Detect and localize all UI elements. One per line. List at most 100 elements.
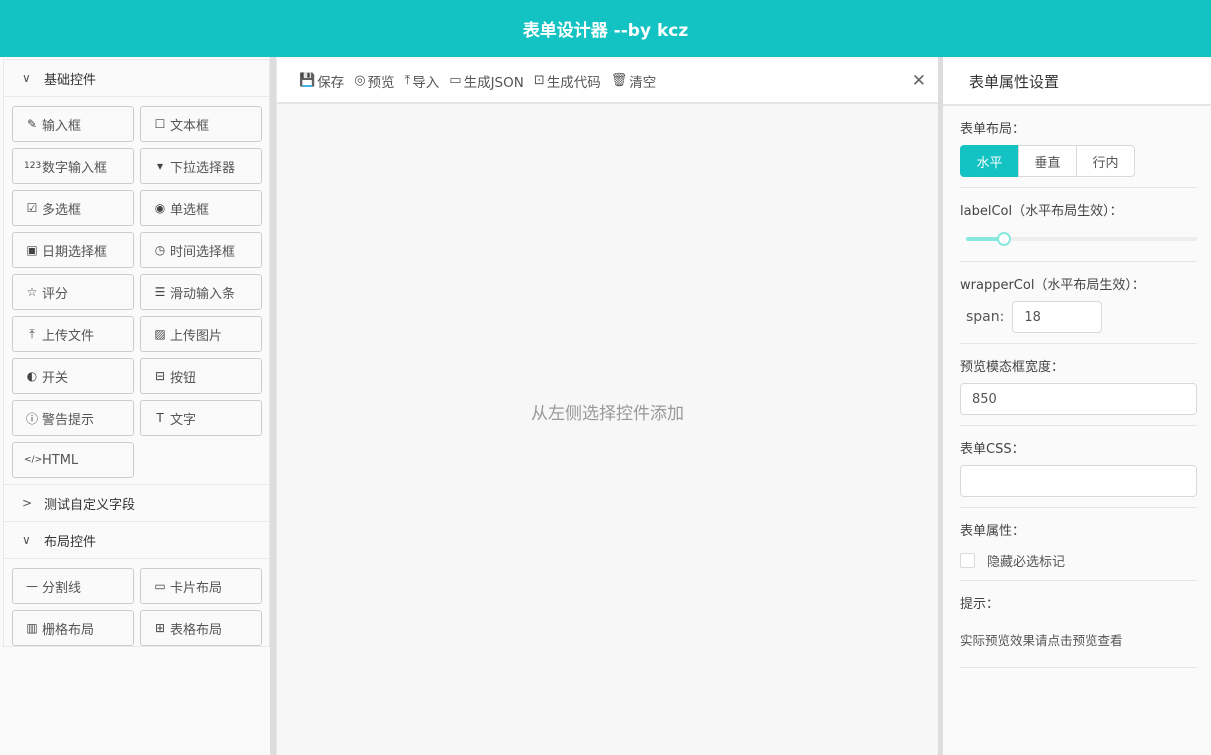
layout-controls-grid: — 分割线 ▭ 卡片布局 ▥ 栅格布局 ⊞ 表格布局 [4,559,269,652]
control-item[interactable]: ▾ 下拉选择器 [140,148,262,184]
toolbar-button[interactable]: ◎ 预览 [354,71,394,91]
control-item[interactable]: ⤒ 上传文件 [12,316,134,352]
span-input[interactable]: 18 [1012,301,1103,333]
control-icon: ☰ [154,285,166,299]
control-item[interactable]: ▭ 卡片布局 [140,568,262,604]
span-label: span: [966,309,1005,325]
control-icon: ▨ [154,327,166,341]
control-label: 下拉选择器 [170,160,236,176]
panel-title: 表单属性设置 [943,59,1211,106]
form-css-label: 表单CSS： [960,442,1025,457]
labelcol-label: labelCol（水平布局生效）： [960,204,1123,219]
preview-width-input[interactable]: 850 [960,383,1197,415]
empty-placeholder: 从左侧选择控件添加 [531,404,684,424]
control-icon: ◉ [154,201,166,215]
control-icon: ⤒ [29,326,35,341]
toolbar-icon: ⤒ [404,73,411,88]
hide-required-checkbox[interactable] [960,553,975,568]
control-label: 开关 [42,370,69,386]
control-label: 评分 [42,286,69,302]
control-icon: ▾ [156,159,164,173]
control-item[interactable]: 123 数字输入框 [12,148,134,184]
control-item[interactable]: ⓘ 警告提示 [12,400,134,436]
toolbar-label: 生成JSON [463,74,524,91]
control-icon: 123 [24,161,42,171]
control-label: 文字 [170,412,197,428]
control-icon: ◐ [26,369,38,383]
toolbar-icon: ▭ [449,73,462,88]
control-item[interactable]: ☐ 文本框 [140,106,262,142]
control-label: 多选框 [42,202,82,218]
control-label: 时间选择框 [170,244,236,260]
control-icon: — [26,579,38,593]
control-label: 日期选择框 [42,244,108,260]
close-icon[interactable]: ✕ [912,71,926,91]
control-item[interactable]: ▣ 日期选择框 [12,232,134,268]
form-attr-label: 表单属性： [960,524,1026,539]
section-custom-header[interactable]: > 测试自定义字段 [4,485,269,522]
control-label: 数字输入框 [42,160,108,176]
section-title: 布局控件 [44,534,97,550]
section-layout-header[interactable]: ∨ 布局控件 [4,522,269,559]
control-item[interactable]: ⊞ 表格布局 [140,610,262,646]
control-item[interactable]: T 文字 [140,400,262,436]
section-title: 基础控件 [44,72,97,88]
control-item[interactable]: ▨ 上传图片 [140,316,262,352]
toolbar: 💾 保存 ◎ 预览 ⤒ 导入 ▭ 生成JSON ⊡ 生成代码 🗑 清空 [277,59,938,104]
control-label: 栅格布局 [42,622,95,638]
toolbar-button[interactable]: ▭ 生成JSON [449,71,524,91]
control-item[interactable]: ✎ 输入框 [12,106,134,142]
layout-horizontal[interactable]: 水平 [960,145,1019,177]
control-label: 上传文件 [42,328,95,344]
control-label: 表格布局 [170,622,223,638]
layout-vertical[interactable]: 垂直 [1018,145,1077,177]
control-item[interactable]: ⊟ 按钮 [140,358,262,394]
control-item[interactable]: </> HTML [12,442,134,478]
toolbar-button[interactable]: 🗑 清空 [611,71,657,91]
control-item[interactable]: ☆ 评分 [12,274,134,310]
control-icon: ✎ [26,117,38,131]
toolbar-icon: ⊡ [533,73,545,88]
control-item[interactable]: ▥ 栅格布局 [12,610,134,646]
control-label: 警告提示 [42,412,95,428]
control-item[interactable]: ◷ 时间选择框 [140,232,262,268]
hide-required-label[interactable]: 隐藏必选标记 [987,551,1065,570]
control-item[interactable]: ☰ 滑动输入条 [140,274,262,310]
properties-panel: 表单属性设置 表单布局： 水平 垂直 行内 labelCol（水平布局生效）： … [943,59,1211,755]
control-item[interactable]: — 分割线 [12,568,134,604]
toolbar-button[interactable]: 💾 保存 [299,71,344,91]
control-item[interactable]: ◉ 单选框 [140,190,262,226]
tip-label: 提示： [960,597,1000,612]
control-item[interactable]: ◐ 开关 [12,358,134,394]
control-item[interactable]: ☑ 多选框 [12,190,134,226]
control-icon: ⊟ [154,369,166,383]
toolbar-label: 清空 [629,74,657,91]
labelcol-slider[interactable] [966,227,1197,251]
toolbar-icon: ◎ [354,73,366,88]
layout-radio-group: 水平 垂直 行内 [960,145,1197,177]
toolbar-label: 预览 [367,74,395,91]
control-icon: ☆ [26,285,38,299]
control-label: 卡片布局 [170,580,223,596]
preview-width-label: 预览模态框宽度： [960,360,1065,375]
toolbar-button[interactable]: ⊡ 生成代码 [534,71,601,91]
control-label: 滑动输入条 [170,286,236,302]
toolbar-label: 导入 [412,74,440,91]
form-css-input[interactable] [960,465,1197,497]
app-header: 表单设计器 --by kcz [0,0,1211,57]
section-title: 测试自定义字段 [44,497,136,513]
control-label: 按钮 [170,370,197,386]
layout-label: 表单布局： [960,122,1026,137]
slider-handle[interactable] [997,232,1012,246]
design-canvas: 💾 保存 ◎ 预览 ⤒ 导入 ▭ 生成JSON ⊡ 生成代码 🗑 清空 ✕ 从左侧选择控件添加 [276,59,938,755]
control-label: HTML [42,452,79,468]
control-icon: ▥ [26,621,38,635]
control-icon: ▣ [26,243,38,257]
section-basic-header[interactable]: ∨ 基础控件 [4,60,269,97]
layout-inline[interactable]: 行内 [1076,145,1135,177]
app-title: 表单设计器 --by kcz [522,21,689,41]
control-icon: ⓘ [25,411,38,426]
toolbar-button[interactable]: ⤒ 导入 [405,71,440,91]
control-icon: </> [24,455,43,465]
control-label: 上传图片 [170,328,223,344]
